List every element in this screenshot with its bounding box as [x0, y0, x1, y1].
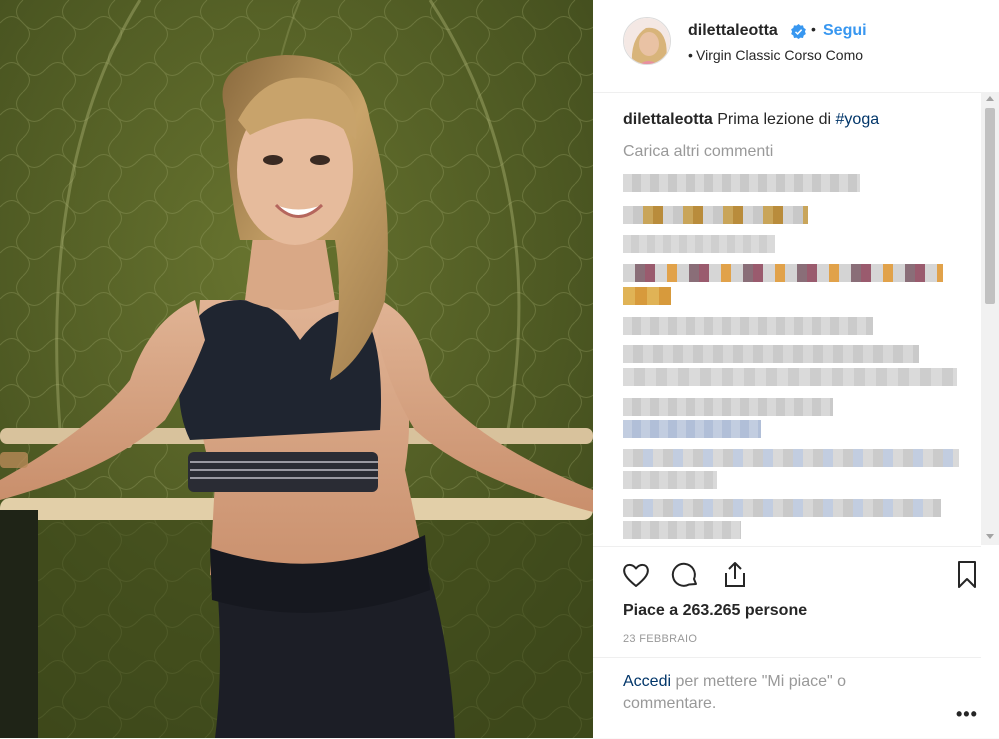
- login-prompt: Accedi per mettere "Mi piace" o commenta…: [623, 671, 913, 715]
- censored-comment: [623, 235, 775, 253]
- caption-username[interactable]: dilettaleotta: [623, 111, 713, 128]
- censored-comment: [623, 287, 671, 305]
- verified-badge-icon: [791, 24, 806, 39]
- censored-comment: [623, 206, 808, 224]
- instagram-post: dilettaleotta • Segui • Virgin Classic C…: [0, 0, 999, 738]
- post-actions: Piace a 263.265 persone 23 FEBBRAIO: [593, 546, 981, 659]
- post-photo[interactable]: [0, 0, 593, 738]
- censored-comment: [623, 471, 717, 489]
- scroll-up-arrow-icon[interactable]: [986, 96, 994, 101]
- post-header: dilettaleotta • Segui • Virgin Classic C…: [593, 0, 981, 93]
- comments-scrollbar[interactable]: [981, 92, 999, 545]
- censored-comment: [623, 398, 833, 416]
- location-separator: •: [688, 47, 693, 63]
- bookmark-icon[interactable]: [953, 559, 985, 591]
- likes-count[interactable]: Piace a 263.265 persone: [623, 602, 807, 620]
- scroll-down-arrow-icon[interactable]: [986, 534, 994, 539]
- post-caption: dilettaleotta Prima lezione di #yoga: [623, 111, 879, 129]
- more-options-ellipsis-icon[interactable]: •••: [956, 704, 978, 725]
- scroll-thumb[interactable]: [985, 108, 995, 304]
- censored-comment: [623, 174, 860, 192]
- post-date[interactable]: 23 FEBBRAIO: [623, 633, 697, 645]
- heart-icon[interactable]: [620, 559, 652, 591]
- post-side-panel: dilettaleotta • Segui • Virgin Classic C…: [593, 0, 999, 738]
- post-photo-illustration: [0, 0, 593, 738]
- censored-comment: [623, 317, 873, 335]
- avatar-image: [624, 18, 670, 64]
- comment-icon[interactable]: [669, 559, 701, 591]
- censored-comment: [623, 449, 959, 467]
- censored-comment: [623, 499, 941, 517]
- follow-button[interactable]: Segui: [823, 22, 867, 40]
- load-more-comments-button[interactable]: Carica altri commenti: [623, 143, 773, 161]
- login-link[interactable]: Accedi: [623, 673, 671, 690]
- censored-comment: [623, 345, 919, 363]
- avatar[interactable]: [623, 17, 671, 65]
- header-separator: •: [811, 21, 816, 37]
- censored-comment: [623, 521, 741, 539]
- comments-section[interactable]: dilettaleotta Prima lezione di #yoga Car…: [593, 93, 981, 545]
- post-location[interactable]: Virgin Classic Corso Como: [696, 47, 863, 63]
- censored-comment: [623, 420, 761, 438]
- caption-hashtag[interactable]: #yoga: [836, 111, 880, 128]
- share-icon[interactable]: [719, 559, 751, 591]
- censored-comment: [623, 264, 943, 282]
- caption-text: Prima lezione di: [717, 111, 836, 128]
- post-username[interactable]: dilettaleotta: [688, 22, 778, 40]
- censored-comment: [623, 368, 957, 386]
- post-footer: Accedi per mettere "Mi piace" o commenta…: [593, 657, 981, 739]
